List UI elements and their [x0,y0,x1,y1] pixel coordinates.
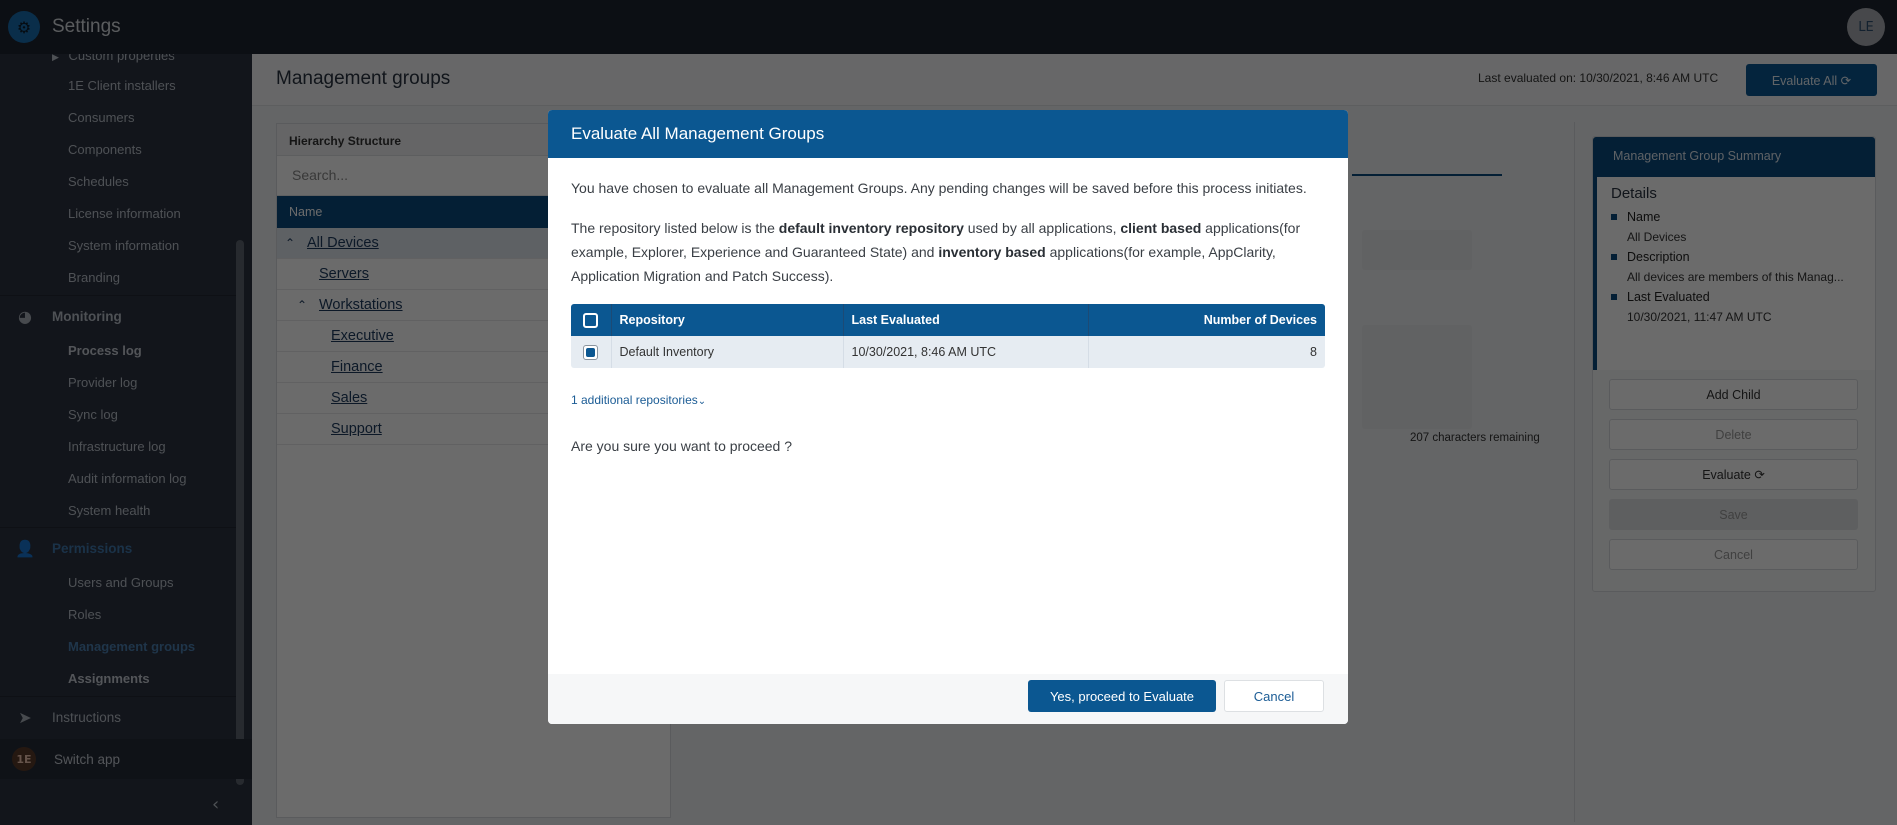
chevron-down-icon: ⌄ [697,396,707,407]
dialog-intro: You have chosen to evaluate all Manageme… [571,180,1307,196]
confirm-text: Are you sure you want to proceed ? [571,438,793,454]
column-last-evaluated[interactable]: Last Evaluated [843,304,1089,336]
column-number-of-devices[interactable]: Number of Devices [1088,304,1325,336]
dialog-title: Evaluate All Management Groups [548,110,1348,158]
repository-table: Repository Last Evaluated Number of Devi… [571,304,1325,368]
additional-repositories-link[interactable]: 1 additional repositories⌄ [571,388,706,414]
dialog-cancel-button[interactable]: Cancel [1224,680,1324,712]
evaluate-all-dialog: Evaluate All Management Groups You have … [548,110,1348,724]
row-select-cell [571,336,612,368]
dialog-repository-text: The repository listed below is the defau… [571,220,1301,284]
repository-name: Default Inventory [611,336,844,368]
repository-device-count: 8 [1088,336,1325,368]
dialog-body: You have chosen to evaluate all Manageme… [548,158,1348,458]
select-all-checkbox[interactable] [583,313,599,329]
proceed-evaluate-button[interactable]: Yes, proceed to Evaluate [1028,680,1216,712]
dialog-footer: Yes, proceed to Evaluate Cancel [548,674,1348,724]
row-checkbox[interactable] [583,345,599,361]
select-all-cell [571,304,612,336]
repository-last-evaluated: 10/30/2021, 8:46 AM UTC [843,336,1089,368]
column-repository[interactable]: Repository [611,304,844,336]
table-row[interactable]: Default Inventory 10/30/2021, 8:46 AM UT… [571,336,1325,368]
table-header-row: Repository Last Evaluated Number of Devi… [571,304,1325,336]
